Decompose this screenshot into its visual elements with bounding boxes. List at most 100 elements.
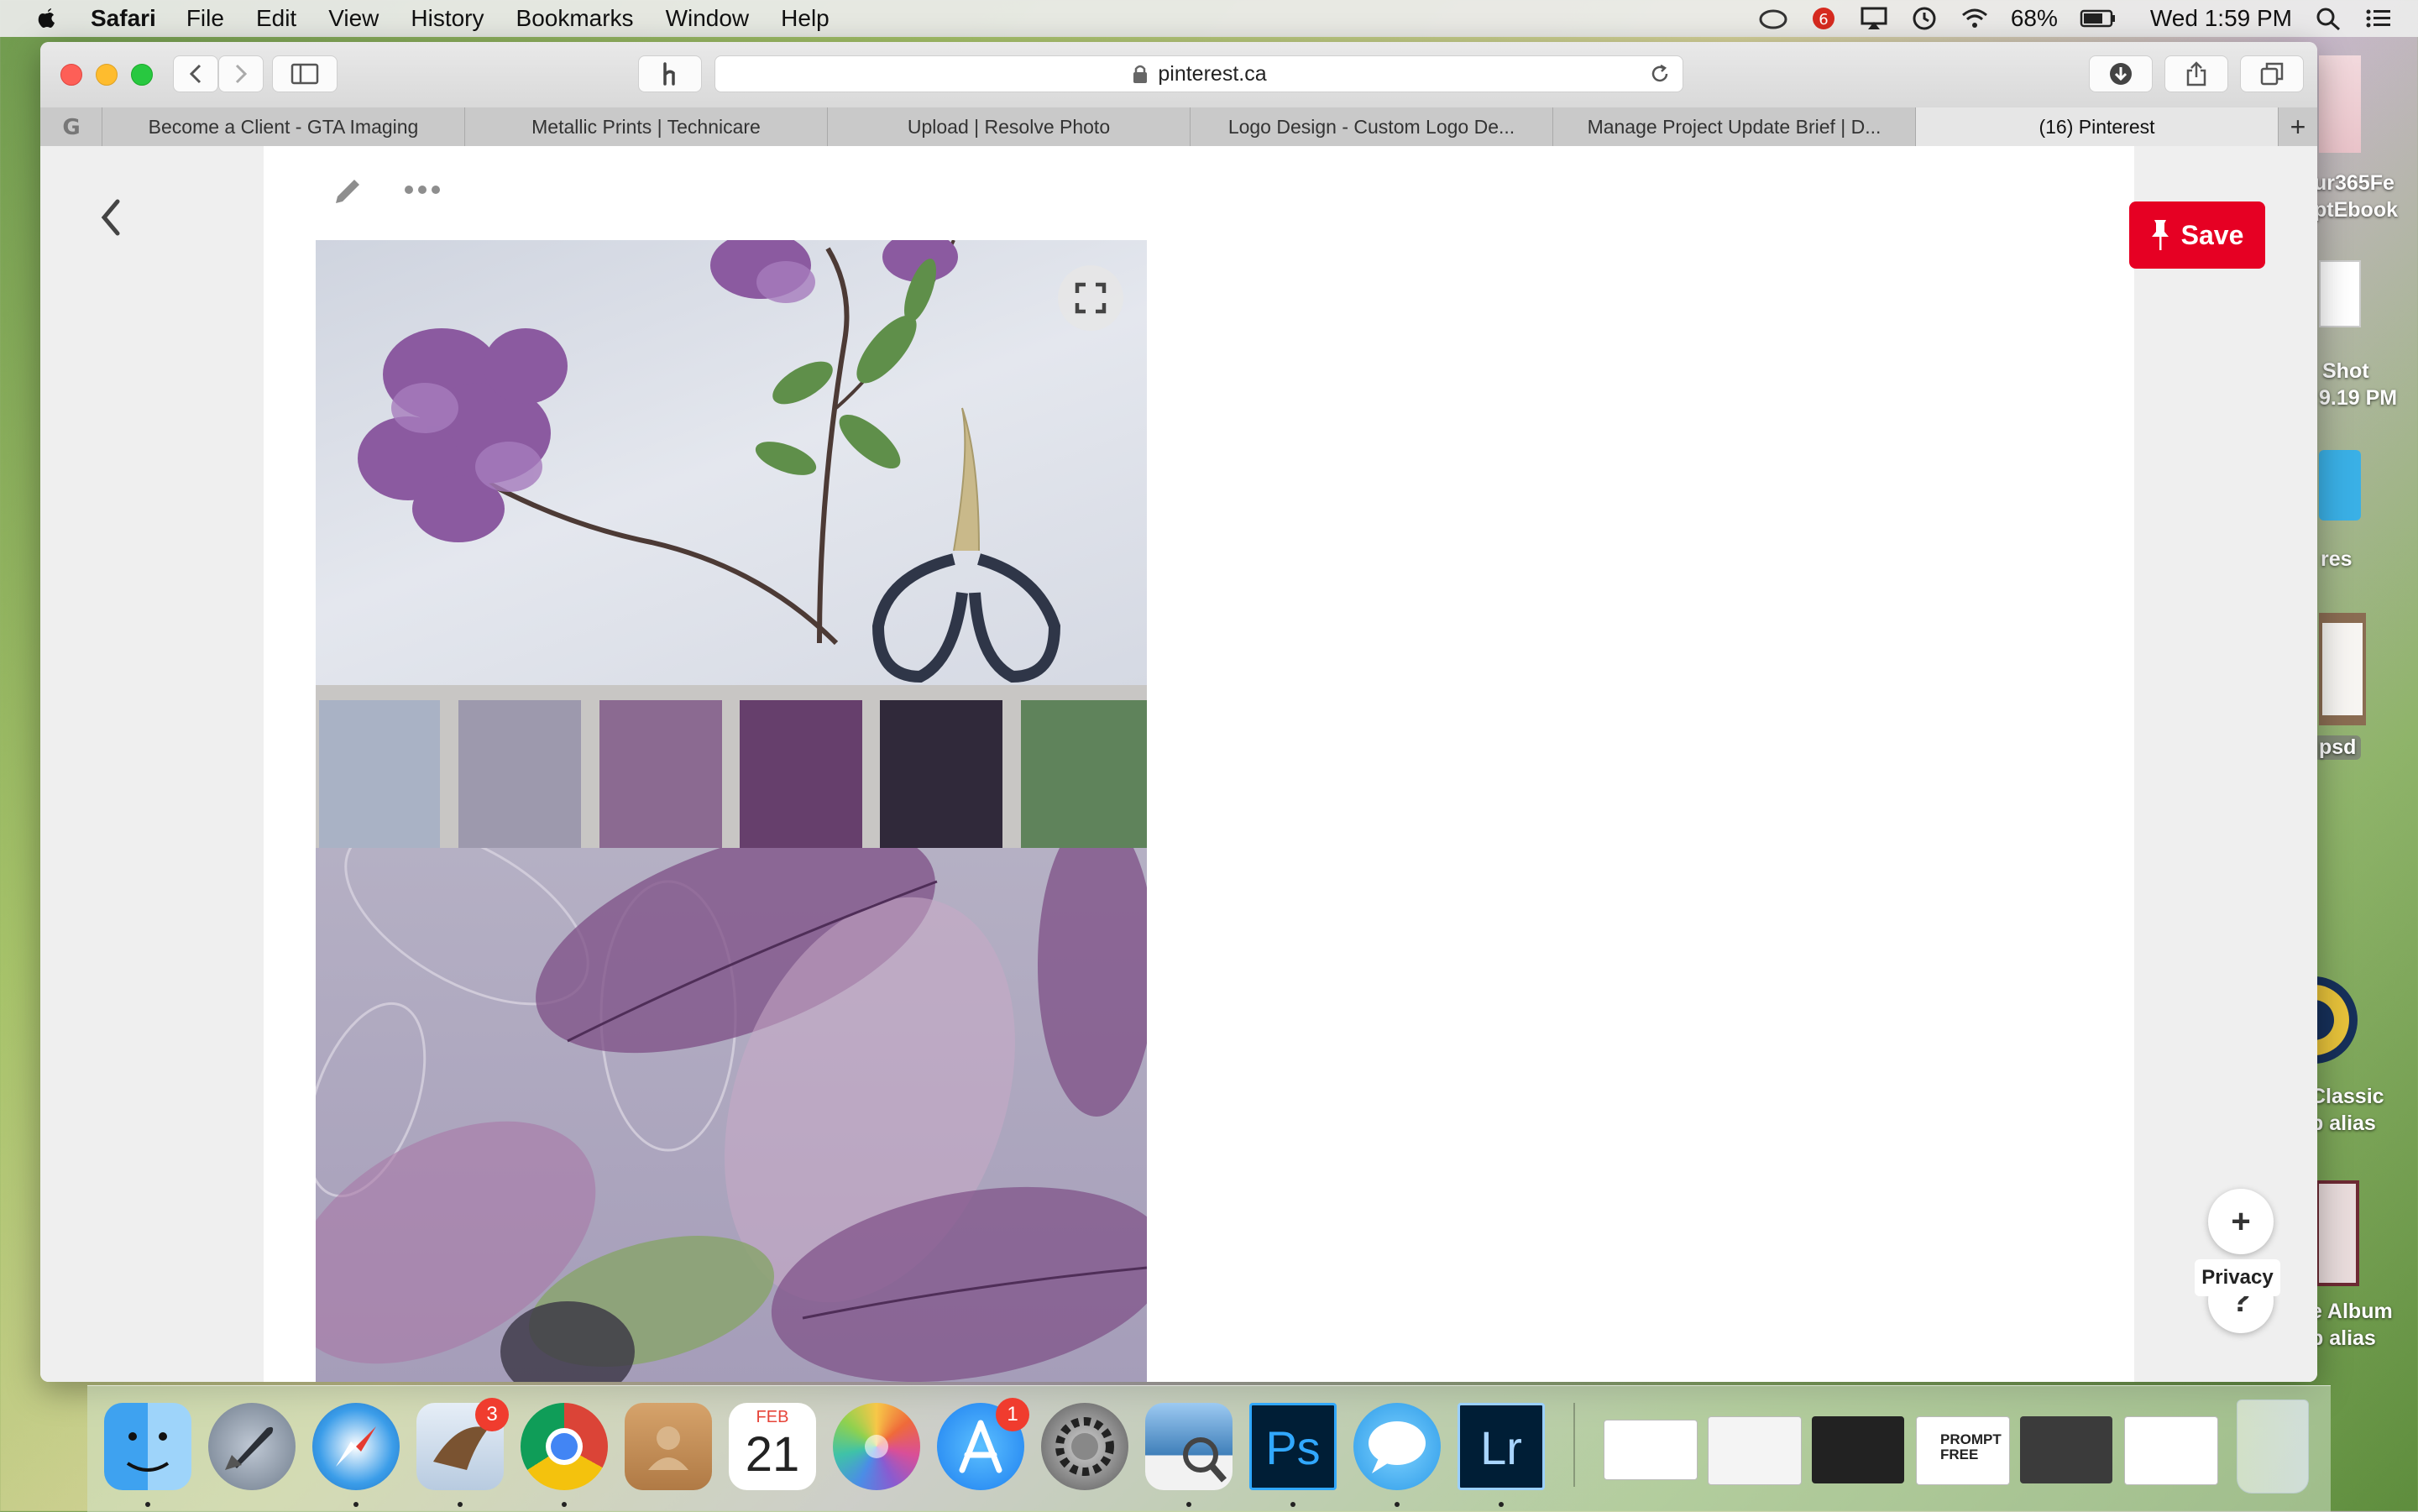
tab-resolve-photo[interactable]: Upload | Resolve Photo bbox=[828, 107, 1191, 146]
speech-bubble-icon bbox=[1369, 1421, 1426, 1473]
menu-clock[interactable]: Wed 1:59 PM bbox=[2150, 5, 2292, 32]
minimized-window-photoshop[interactable] bbox=[2020, 1416, 2112, 1483]
desktop-label: e Album bbox=[2311, 1300, 2393, 1323]
back-button[interactable] bbox=[173, 55, 218, 92]
edit-pencil-icon[interactable] bbox=[329, 173, 366, 210]
sidebar-toggle-button[interactable] bbox=[272, 55, 338, 92]
close-window-button[interactable] bbox=[60, 64, 82, 86]
apple-icon[interactable] bbox=[34, 6, 59, 31]
menu-window[interactable]: Window bbox=[666, 5, 750, 32]
minimized-window-safari[interactable] bbox=[1604, 1420, 1698, 1480]
battery-percent: 68% bbox=[2010, 5, 2058, 31]
calendar-icon[interactable]: FEB 21 bbox=[729, 1403, 816, 1490]
pinned-tab-google[interactable]: G bbox=[40, 107, 102, 146]
menu-history[interactable]: History bbox=[411, 5, 484, 32]
notification-app-icon[interactable]: 6 bbox=[1809, 6, 1838, 31]
spotlight-search-icon[interactable] bbox=[2314, 6, 2342, 31]
google-g-icon: G bbox=[62, 115, 80, 139]
desktop-screenshot-thumbnail[interactable] bbox=[2319, 260, 2361, 327]
lightroom-label: Lr bbox=[1480, 1421, 1522, 1474]
sidebar-icon bbox=[290, 63, 319, 85]
album-alias-icon[interactable] bbox=[2316, 1180, 2359, 1286]
creative-cloud-icon[interactable] bbox=[1759, 6, 1787, 31]
desktop-file-thumbnail[interactable] bbox=[2319, 55, 2361, 153]
minimized-window-prompt[interactable]: PROMPT FREE bbox=[1916, 1416, 2010, 1485]
privacy-link[interactable]: Privacy bbox=[2195, 1259, 2280, 1296]
menu-help[interactable]: Help bbox=[781, 5, 830, 32]
tab-gta-imaging[interactable]: Become a Client - GTA Imaging bbox=[102, 107, 465, 146]
save-button[interactable]: Save bbox=[2129, 201, 2265, 269]
finder-icon[interactable] bbox=[104, 1403, 191, 1490]
mail-badge: 3 bbox=[475, 1398, 509, 1431]
menu-view[interactable]: View bbox=[328, 5, 379, 32]
chrome-icon[interactable] bbox=[521, 1403, 608, 1490]
desktop-label: ptEbook bbox=[2314, 198, 2398, 222]
desktop-label: ur365Fe bbox=[2314, 171, 2394, 195]
leaves-photo bbox=[316, 814, 1147, 1382]
desktop-label: psd bbox=[2314, 735, 2362, 760]
tab-logo-design[interactable]: Logo Design - Custom Logo De... bbox=[1191, 107, 1553, 146]
contacts-icon[interactable] bbox=[625, 1403, 712, 1490]
trash-icon[interactable] bbox=[2237, 1400, 2309, 1494]
tab-pinterest[interactable]: (16) Pinterest bbox=[1916, 107, 2279, 146]
menu-app-name[interactable]: Safari bbox=[91, 5, 156, 32]
svg-text:G: G bbox=[62, 115, 80, 139]
expand-image-button[interactable] bbox=[1058, 265, 1123, 331]
back-arrow-icon[interactable] bbox=[96, 196, 126, 238]
page-content: Save + ? Privacy bbox=[40, 146, 2317, 1382]
minimize-window-button[interactable] bbox=[96, 64, 118, 86]
url-text: pinterest.ca bbox=[1158, 61, 1267, 86]
chrome-center-icon bbox=[546, 1428, 583, 1465]
desktop-label: p alias bbox=[2311, 1112, 2376, 1135]
tab-technicare[interactable]: Metallic Prints | Technicare bbox=[465, 107, 828, 146]
share-button[interactable] bbox=[2164, 55, 2228, 92]
download-icon bbox=[2110, 63, 2132, 85]
wifi-icon[interactable] bbox=[1960, 6, 1989, 31]
reload-icon[interactable] bbox=[1649, 63, 1671, 85]
tab-project-brief[interactable]: Manage Project Update Brief | D... bbox=[1553, 107, 1916, 146]
desktop-label: Classic bbox=[2311, 1085, 2384, 1108]
notification-center-icon[interactable] bbox=[2364, 6, 2393, 31]
photos-icon[interactable] bbox=[833, 1403, 920, 1490]
preview-icon[interactable] bbox=[1145, 1403, 1233, 1490]
dock-divider bbox=[1573, 1403, 1575, 1487]
menu-edit[interactable]: Edit bbox=[256, 5, 296, 32]
desktop-folder-icon[interactable] bbox=[2319, 450, 2361, 521]
pin-image[interactable]: seeds bbox=[316, 240, 1147, 1382]
zoom-window-button[interactable] bbox=[131, 64, 153, 86]
address-bar[interactable]: pinterest.ca bbox=[714, 55, 1683, 92]
lightroom-icon[interactable]: Lr bbox=[1458, 1403, 1545, 1490]
minimized-window-preview[interactable] bbox=[2124, 1416, 2218, 1485]
desktop-psd-thumbnail[interactable] bbox=[2319, 613, 2366, 725]
battery-icon[interactable] bbox=[2080, 6, 2117, 31]
add-button[interactable]: + bbox=[2208, 1189, 2274, 1254]
launchpad-icon[interactable] bbox=[208, 1403, 296, 1490]
honey-extension-button[interactable] bbox=[638, 55, 702, 92]
downloads-button[interactable] bbox=[2089, 55, 2153, 92]
fullscreen-icon bbox=[1075, 282, 1107, 314]
show-all-tabs-button[interactable] bbox=[2240, 55, 2304, 92]
desktop-label: p alias bbox=[2311, 1326, 2376, 1350]
minimized-window-messages[interactable] bbox=[1708, 1416, 1802, 1485]
save-label: Save bbox=[2180, 219, 2244, 250]
rocket-icon bbox=[225, 1426, 274, 1470]
tabs-overview-icon bbox=[2260, 62, 2284, 86]
menu-bookmarks[interactable]: Bookmarks bbox=[516, 5, 634, 32]
airplay-icon[interactable] bbox=[1860, 6, 1888, 31]
menu-file[interactable]: File bbox=[186, 5, 224, 32]
messages-icon[interactable] bbox=[1353, 1403, 1441, 1490]
app-store-icon[interactable]: 1 bbox=[937, 1398, 1029, 1490]
lightroom-classic-alias-icon[interactable] bbox=[2314, 965, 2359, 1075]
tab-bar: G Become a Client - GTA Imaging Metallic… bbox=[40, 107, 2317, 147]
minimized-window-lightroom[interactable] bbox=[1812, 1416, 1904, 1483]
photoshop-icon[interactable]: Ps bbox=[1249, 1403, 1337, 1490]
mail-icon[interactable]: 3 bbox=[416, 1398, 509, 1490]
new-tab-button[interactable]: + bbox=[2279, 107, 2317, 146]
dock: 3 FEB 21 1 Ps Lr PROMPT FREE bbox=[87, 1385, 2331, 1512]
forward-button[interactable] bbox=[218, 55, 264, 92]
more-options-icon[interactable] bbox=[403, 180, 442, 200]
safari-icon[interactable] bbox=[312, 1403, 400, 1490]
system-preferences-icon[interactable] bbox=[1041, 1403, 1128, 1490]
time-machine-icon[interactable] bbox=[1910, 6, 1939, 31]
calendar-day: 21 bbox=[745, 1427, 800, 1482]
